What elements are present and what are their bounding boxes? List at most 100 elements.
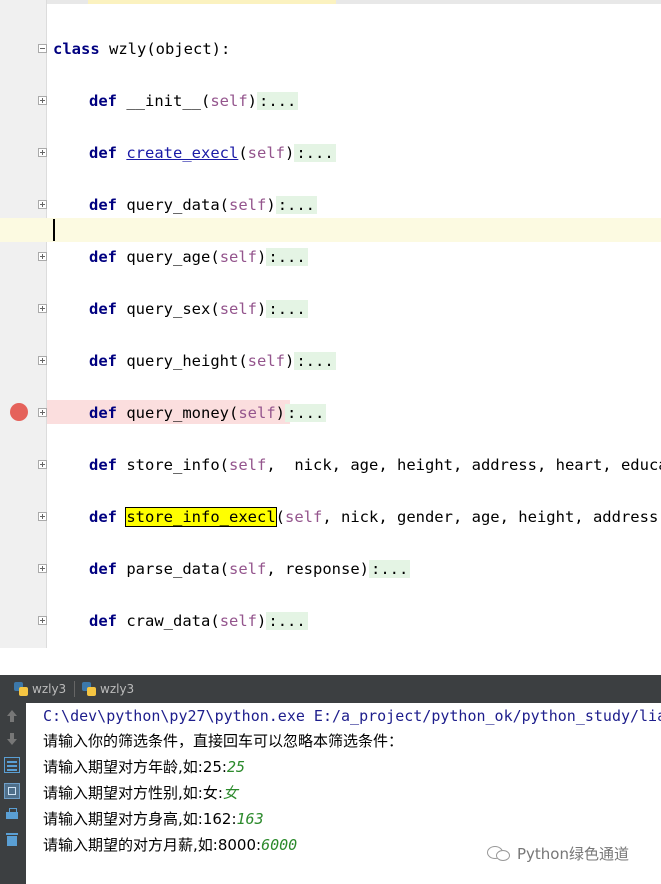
fold-expand-icon[interactable] — [38, 408, 47, 417]
fold-expand-icon[interactable] — [38, 304, 47, 313]
fold-expand-icon[interactable] — [38, 200, 47, 209]
def-keyword: def — [89, 248, 117, 266]
method-name: query_height — [126, 352, 239, 370]
run-tab-2[interactable]: wzly3 — [82, 680, 134, 698]
method-line[interactable]: def query_sex(self):... — [0, 296, 661, 322]
method-args-close: ) — [275, 404, 286, 422]
method-args: self, nick, gender, age, height, address… — [285, 508, 661, 526]
folded-body-placeholder[interactable]: :... — [369, 560, 411, 578]
method-line[interactable]: def parse_data(self, response):... — [0, 556, 661, 582]
tab-divider — [74, 681, 75, 697]
method-line[interactable]: def store_info_execl(self, nick, gender,… — [0, 504, 661, 530]
watermark: Python绿色通道 — [487, 842, 629, 864]
method-name: store_info — [126, 456, 220, 474]
method-args: self — [238, 404, 276, 422]
python-icon — [14, 682, 28, 696]
print-icon[interactable] — [4, 807, 20, 823]
def-keyword: def — [89, 144, 117, 162]
wechat-icon — [487, 844, 511, 862]
method-args-close: ) — [257, 248, 267, 266]
folded-body-placeholder[interactable]: :... — [266, 300, 308, 318]
method-args: self — [229, 196, 267, 214]
def-keyword: def — [89, 352, 117, 370]
fold-expand-icon[interactable] — [38, 96, 47, 105]
run-tab-bar: wzly3 wzly3 — [0, 675, 661, 703]
watermark-text: Python绿色通道 — [517, 844, 629, 863]
console-output-line: 请输入期望对方年龄,如:25:25 — [43, 757, 245, 777]
fold-expand-icon[interactable] — [38, 148, 47, 157]
folded-body-placeholder[interactable]: :... — [257, 92, 299, 110]
def-keyword: def — [89, 456, 117, 474]
console-prompt: 请输入期望对方年龄,如:25: — [43, 758, 227, 776]
console-prompt: 请输入你的筛选条件，直接回车可以忽略本筛选条件： — [43, 732, 404, 750]
def-keyword: def — [89, 300, 117, 318]
previous-line-fragment — [0, 0, 661, 4]
folded-body-placeholder[interactable]: :... — [285, 404, 327, 422]
console-user-input: 163 — [236, 810, 264, 828]
method-name: __init__ — [126, 92, 201, 110]
console-command-line: C:\dev\python\py27\python.exe E:/a_proje… — [43, 707, 661, 725]
method-name: query_sex — [126, 300, 211, 318]
method-name: craw_data — [126, 612, 211, 630]
def-keyword: def — [89, 92, 117, 110]
method-line[interactable]: def store_info(self, nick, age, height, … — [0, 452, 661, 478]
folded-body-placeholder[interactable]: :... — [294, 352, 336, 370]
console-user-input: 6000 — [261, 836, 298, 854]
method-args: self — [219, 300, 258, 318]
fold-collapse-icon[interactable] — [38, 44, 47, 53]
fold-expand-icon[interactable] — [38, 564, 47, 573]
console-user-input: 女 — [222, 784, 238, 802]
method-args-close: ) — [247, 92, 258, 110]
class-declaration-line[interactable]: class wzly(object): — [0, 36, 661, 62]
method-line[interactable]: def query_data(self):... — [0, 192, 661, 218]
method-args: self — [219, 612, 258, 630]
soft-wrap-icon[interactable] — [4, 757, 20, 773]
folded-body-placeholder[interactable]: :... — [275, 196, 318, 214]
method-args-close: ) — [285, 352, 295, 370]
method-name: query_data — [126, 196, 220, 214]
code-editor[interactable]: class wzly(object): def __init__(self):.… — [0, 0, 661, 648]
def-keyword: def — [89, 404, 117, 422]
method-line[interactable]: def query_height(self):... — [0, 348, 661, 374]
method-line[interactable]: def create_execl(self):... — [0, 140, 661, 166]
console-prompt: 请输入期望对方身高,如:162: — [43, 810, 237, 828]
text-caret — [53, 219, 55, 241]
scroll-to-end-icon[interactable] — [4, 783, 20, 799]
def-keyword: def — [89, 196, 117, 214]
method-args-close: ) — [257, 300, 267, 318]
console-toolbar — [0, 703, 26, 884]
method-line[interactable]: def query_age(self):... — [0, 244, 661, 270]
folded-body-placeholder[interactable]: :... — [294, 144, 336, 162]
fold-expand-icon[interactable] — [38, 356, 47, 365]
def-keyword: def — [89, 612, 117, 630]
console-user-input: 25 — [226, 758, 246, 776]
current-line-highlight — [0, 218, 661, 242]
console-prompt: 请输入期望对方性别,如:女: — [43, 784, 223, 802]
method-args-close: ) — [266, 196, 276, 214]
fold-expand-icon[interactable] — [38, 616, 47, 625]
def-keyword: def — [89, 560, 117, 578]
folded-body-placeholder[interactable]: :... — [266, 612, 308, 630]
folded-body-placeholder[interactable]: :... — [266, 248, 308, 266]
console-output-line: 请输入你的筛选条件，直接回车可以忽略本筛选条件： — [43, 731, 403, 751]
arrow-down-icon[interactable] — [4, 732, 20, 748]
fold-expand-icon[interactable] — [38, 460, 47, 469]
method-args: self — [247, 144, 285, 162]
arrow-up-icon[interactable] — [4, 708, 20, 724]
trash-icon[interactable] — [4, 832, 20, 848]
console-output-line: 请输入期望对方性别,如:女:女 — [43, 783, 238, 803]
method-args: self — [210, 92, 248, 110]
method-name: query_age — [126, 248, 211, 266]
method-line[interactable]: def __init__(self):... — [0, 88, 661, 114]
class-name: wzly(object): — [99, 40, 231, 58]
fold-expand-icon[interactable] — [38, 512, 47, 521]
run-tab-1[interactable]: wzly3 — [14, 680, 66, 698]
console-prompt: 请输入期望的对方月薪,如:8000: — [43, 836, 262, 854]
method-line[interactable]: def craw_data(self):... — [0, 608, 661, 634]
method-args-close: ) — [257, 612, 267, 630]
method-name[interactable]: create_execl — [126, 144, 238, 162]
method-args: self, response — [229, 560, 360, 578]
method-args-close: ) — [285, 144, 295, 162]
method-line[interactable]: def query_money(self):... — [0, 400, 661, 426]
fold-expand-icon[interactable] — [38, 252, 47, 261]
